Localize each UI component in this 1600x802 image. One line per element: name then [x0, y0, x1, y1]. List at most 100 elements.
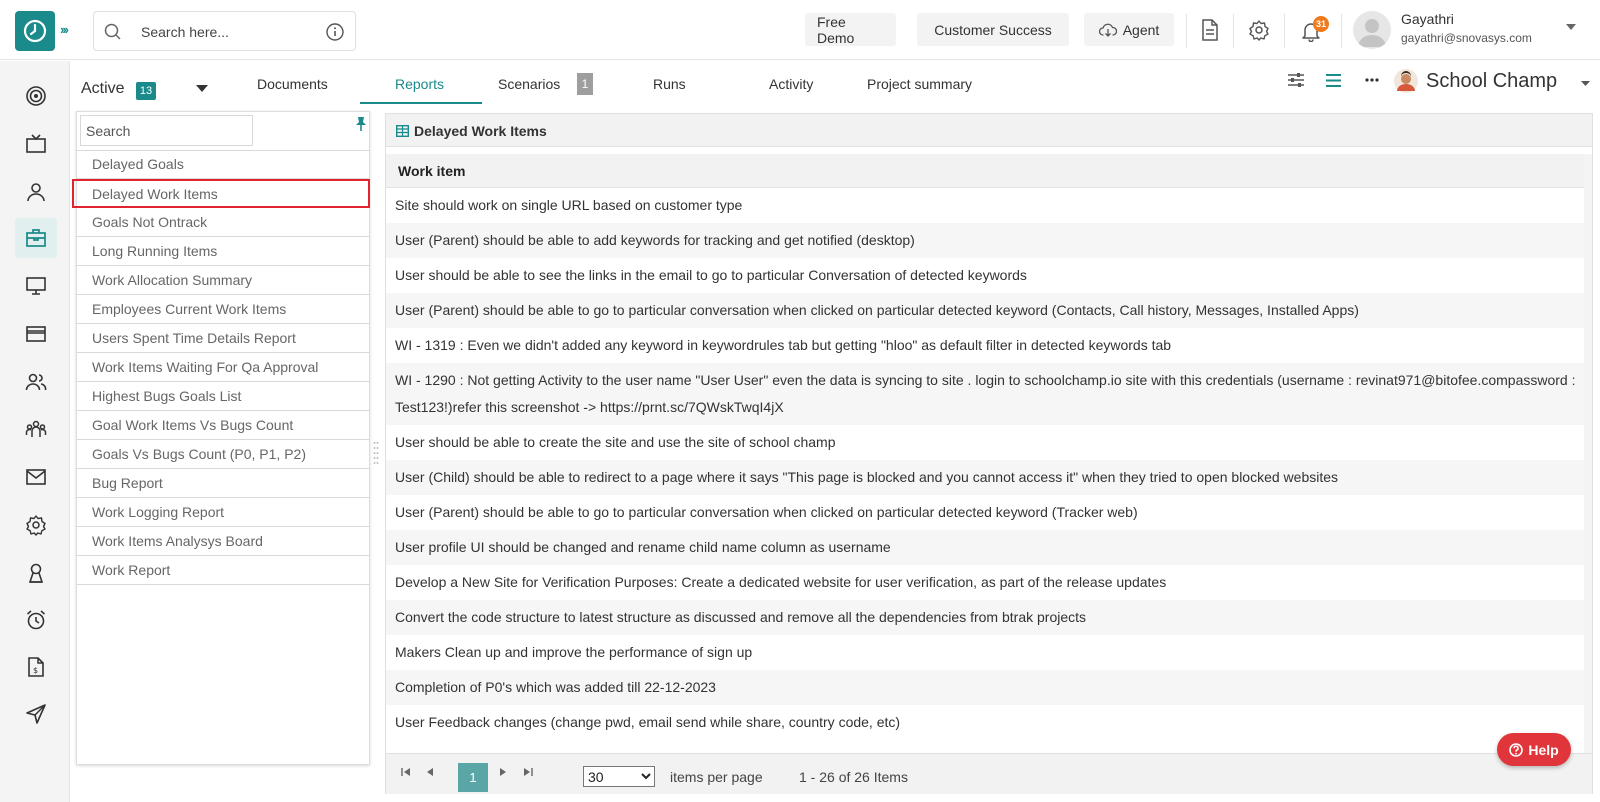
next-page-icon[interactable] — [499, 767, 507, 777]
column-header-work-item[interactable]: Work item — [398, 163, 465, 179]
pin-icon[interactable] — [354, 116, 368, 132]
table-row[interactable]: Site should work on single URL based on … — [386, 188, 1592, 223]
previous-page-icon[interactable] — [426, 767, 434, 777]
status-filter-label[interactable]: Active — [81, 80, 125, 98]
work-item-cell: User profile UI should be changed and re… — [395, 539, 891, 555]
grid-scrollbar[interactable] — [1584, 154, 1592, 753]
search-input[interactable] — [141, 22, 311, 42]
rail-item-invoice[interactable]: $ — [15, 647, 57, 687]
table-row[interactable]: User Feedback changes (change pwd, email… — [386, 705, 1592, 740]
header-divider — [1284, 14, 1285, 48]
free-demo-button[interactable]: Free Demo — [805, 13, 896, 46]
tab-active-indicator — [360, 102, 482, 104]
more-options-icon[interactable] — [1365, 78, 1379, 82]
table-row[interactable]: Completion of P0's which was added till … — [386, 670, 1592, 705]
rail-item-projects[interactable] — [15, 218, 57, 258]
report-list-item[interactable]: Highest Bugs Goals List — [77, 382, 369, 411]
list-view-icon[interactable] — [1326, 74, 1341, 87]
report-list-item[interactable]: Work Items Analysys Board — [77, 527, 369, 556]
resize-handle[interactable] — [373, 440, 379, 470]
caret-down-icon[interactable] — [1581, 81, 1590, 86]
tab-activity[interactable]: Activity — [769, 76, 813, 104]
table-row[interactable]: User (Parent) should be able to go to pa… — [386, 495, 1592, 530]
work-item-cell: User (Parent) should be able to go to pa… — [395, 504, 1138, 520]
report-list-item[interactable]: Work Allocation Summary — [77, 266, 369, 295]
settings-icon[interactable] — [1248, 19, 1270, 41]
work-item-cell: WI - 1290 : Not getting Activity to the … — [395, 372, 1576, 415]
table-row[interactable]: WI - 1290 : Not getting Activity to the … — [386, 363, 1592, 425]
notification-count-badge: 31 — [1313, 16, 1329, 32]
agent-button[interactable]: Agent — [1084, 13, 1174, 46]
tab-project-summary[interactable]: Project summary — [867, 76, 972, 104]
settings-icon — [26, 515, 46, 536]
rail-item-mail[interactable] — [15, 457, 57, 497]
info-icon[interactable] — [325, 22, 345, 42]
customer-success-button[interactable]: Customer Success — [917, 13, 1069, 46]
rail-item-monitor[interactable] — [15, 266, 57, 306]
report-list-item[interactable]: Work Items Waiting For Qa Approval — [77, 353, 369, 382]
rail-item-dashboard[interactable] — [15, 76, 57, 116]
report-list-item[interactable]: Work Report — [77, 556, 369, 585]
report-list-item[interactable]: Goal Work Items Vs Bugs Count — [77, 411, 369, 440]
scenarios-count-badge: 1 — [577, 73, 593, 95]
report-list-item[interactable]: Users Spent Time Details Report — [77, 324, 369, 353]
rail-item-settings[interactable] — [15, 505, 57, 545]
current-page-button[interactable]: 1 — [458, 763, 488, 792]
app-logo[interactable] — [15, 11, 55, 51]
report-list-item[interactable]: Work Logging Report — [77, 498, 369, 527]
table-row[interactable]: WI - 1319 : Even we didn't added any key… — [386, 328, 1592, 363]
table-row[interactable]: User (Parent) should be able to add keyw… — [386, 223, 1592, 258]
table-icon — [396, 125, 409, 137]
tab-runs[interactable]: Runs — [653, 76, 686, 104]
tab-documents[interactable]: Documents — [257, 76, 328, 104]
tab-reports[interactable]: Reports — [395, 76, 444, 104]
rail-item-alarm[interactable] — [15, 600, 57, 640]
rail-item-tv[interactable] — [15, 124, 57, 164]
grid-column-header[interactable]: Work item — [386, 154, 1592, 188]
caret-down-icon[interactable] — [196, 85, 208, 92]
briefcase-icon — [26, 229, 46, 247]
mail-icon — [26, 469, 46, 485]
help-button[interactable]: Help — [1497, 733, 1571, 766]
rail-item-users[interactable] — [15, 362, 57, 402]
report-list-item[interactable]: Goals Vs Bugs Count (P0, P1, P2) — [77, 440, 369, 469]
rail-item-profile[interactable] — [15, 172, 57, 212]
pager-range-text: 1 - 26 of 26 Items — [799, 769, 908, 785]
user-name[interactable]: Gayathri — [1401, 11, 1454, 27]
last-page-icon[interactable] — [523, 767, 533, 777]
table-row[interactable]: User profile UI should be changed and re… — [386, 530, 1592, 565]
table-row[interactable]: User should be able to see the links in … — [386, 258, 1592, 293]
table-row[interactable]: User should be able to create the site a… — [386, 425, 1592, 460]
work-item-cell: Convert the code structure to latest str… — [395, 609, 1087, 625]
report-list-item[interactable]: Long Running Items — [77, 237, 369, 266]
expand-menu-icon[interactable]: ››› — [60, 22, 69, 37]
sliders-icon[interactable] — [1288, 73, 1304, 87]
report-list-item[interactable]: Goals Not Ontrack — [77, 208, 369, 237]
rail-item-team[interactable] — [15, 410, 57, 450]
work-item-cell: Completion of P0's which was added till … — [395, 679, 716, 695]
tv-icon — [26, 134, 46, 153]
report-list-item[interactable]: Delayed Work Items — [72, 179, 370, 208]
rail-item-badge[interactable] — [15, 553, 57, 593]
caret-down-icon[interactable] — [1566, 24, 1576, 30]
first-page-icon[interactable] — [401, 767, 411, 777]
report-title-bar: Delayed Work Items — [386, 114, 1592, 147]
user-silhouette-icon — [1358, 19, 1386, 47]
user-avatar[interactable] — [1353, 11, 1391, 49]
table-row[interactable]: User (Parent) should be able to go to pa… — [386, 293, 1592, 328]
report-list-item[interactable]: Bug Report — [77, 469, 369, 498]
rail-item-send[interactable] — [15, 694, 57, 734]
report-list-item[interactable]: Delayed Goals — [77, 150, 369, 179]
table-row[interactable]: User (Child) should be able to redirect … — [386, 460, 1592, 495]
page-size-select[interactable]: 30 — [583, 766, 655, 787]
tab-scenarios[interactable]: Scenarios — [498, 76, 560, 104]
table-row[interactable]: Makers Clean up and improve the performa… — [386, 635, 1592, 670]
reports-search-input[interactable] — [80, 115, 253, 146]
report-list-item[interactable]: Employees Current Work Items — [77, 295, 369, 324]
work-item-cell: User should be able to see the links in … — [395, 267, 1027, 283]
document-icon[interactable] — [1200, 18, 1220, 42]
rail-item-payments[interactable] — [15, 314, 57, 354]
table-row[interactable]: Convert the code structure to latest str… — [386, 600, 1592, 635]
table-row[interactable]: Develop a New Site for Verification Purp… — [386, 565, 1592, 600]
project-name[interactable]: School Champ — [1426, 70, 1557, 93]
